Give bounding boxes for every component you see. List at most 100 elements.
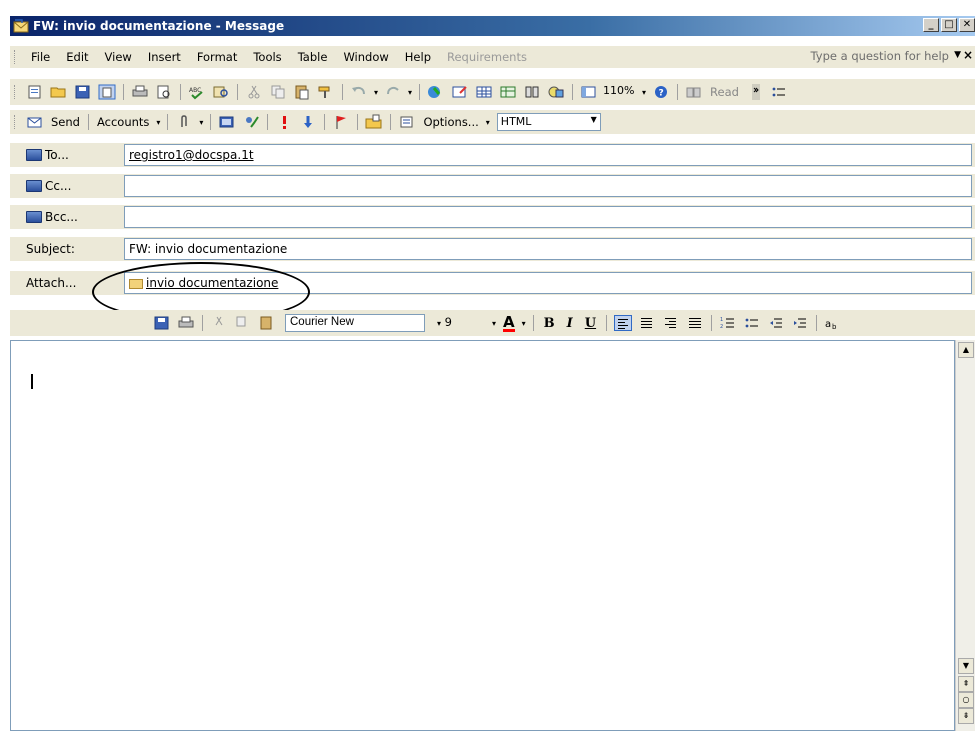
bcc-button[interactable]: Bcc... [26,210,78,224]
help-dropdown-icon[interactable]: ▼ [954,50,961,60]
menu-view[interactable]: View [97,50,140,64]
justify-icon[interactable] [686,315,704,331]
menu-tools[interactable]: Tools [245,50,289,64]
zoom-box[interactable]: 110% [603,84,637,100]
check-names-icon[interactable] [242,114,260,130]
to-recipient[interactable]: registro1@docspa.1t [129,148,254,162]
next-page-button[interactable]: ⇟ [958,708,974,724]
options-dropdown-icon[interactable]: ▾ [486,118,490,127]
bullets-icon[interactable] [743,315,761,331]
to-button[interactable]: To... [26,148,69,162]
follow-up-flag-icon[interactable] [332,114,350,130]
print-preview-icon[interactable] [155,84,173,100]
help-question-box[interactable]: Type a question for help [811,49,949,63]
align-center-icon[interactable] [638,315,656,331]
menu-format[interactable]: Format [189,50,246,64]
toolbar-grip[interactable] [14,115,17,129]
styles-icon[interactable]: ab [824,315,842,331]
redo-dropdown-icon[interactable]: ▾ [408,88,412,97]
new-icon[interactable] [26,84,44,100]
message-format-select[interactable]: HTML ▼ [496,113,601,131]
scroll-up-button[interactable]: ▲ [958,342,974,358]
accounts-button[interactable]: Accounts [97,115,149,129]
previous-page-button[interactable]: ⇞ [958,676,974,692]
save-icon[interactable] [153,315,171,331]
menu-window[interactable]: Window [335,50,396,64]
copy-icon[interactable] [269,84,287,100]
menu-table[interactable]: Table [290,50,336,64]
menu-close-icon[interactable]: × [963,48,973,62]
read-button[interactable]: Read [710,85,739,99]
restore-button[interactable]: □ [941,18,957,32]
cut-icon[interactable] [245,84,263,100]
address-book-icon[interactable] [218,114,236,130]
read-mode-icon[interactable] [685,84,703,100]
spelling-icon[interactable]: ABC [188,84,206,100]
font-color-dropdown-icon[interactable]: ▾ [522,319,526,328]
to-field[interactable]: registro1@docspa.1t [124,144,972,166]
cc-button[interactable]: Cc... [26,179,71,193]
print-icon[interactable] [131,84,149,100]
cc-field[interactable] [124,175,972,197]
align-left-icon[interactable] [614,315,633,331]
italic-button[interactable]: I [567,316,573,331]
menu-help[interactable]: Help [397,50,439,64]
cut-icon[interactable] [210,315,228,331]
insert-excel-icon[interactable] [499,84,517,100]
bcc-field[interactable] [124,206,972,228]
insert-table-icon[interactable] [475,84,493,100]
options-icon[interactable] [398,114,416,130]
redo-icon[interactable] [384,84,402,100]
high-importance-icon[interactable] [275,114,293,130]
font-color-icon[interactable]: A [503,314,515,332]
permission-icon[interactable] [98,84,116,100]
copy-icon[interactable] [234,315,252,331]
increase-indent-icon[interactable] [791,315,809,331]
insert-file-folder-icon[interactable] [365,114,383,130]
menu-insert[interactable]: Insert [140,50,189,64]
tables-borders-icon[interactable] [451,84,469,100]
align-right-icon[interactable] [662,315,680,331]
message-body[interactable] [10,340,955,731]
undo-icon[interactable] [350,84,368,100]
print-icon[interactable] [177,315,195,331]
scroll-down-button[interactable]: ▼ [958,658,974,674]
close-button[interactable]: ✕ [959,18,975,32]
save-icon[interactable] [74,84,92,100]
bullets-icon[interactable] [770,84,788,100]
help-icon[interactable]: ? [652,84,670,100]
format-painter-icon[interactable] [317,84,335,100]
subject-field[interactable]: FW: invio documentazione [124,238,972,260]
paste-icon[interactable] [258,315,276,331]
undo-dropdown-icon[interactable]: ▾ [374,88,378,97]
font-size-dropdown-icon[interactable]: ▾ [492,319,496,328]
accounts-dropdown-icon[interactable]: ▾ [156,118,160,127]
attach-button[interactable]: Attach... [26,276,76,290]
columns-icon[interactable] [523,84,541,100]
font-name-box[interactable]: Courier New [285,314,425,332]
toolbar-grip[interactable] [14,50,17,64]
paperclip-icon[interactable] [175,114,193,130]
hyperlink-icon[interactable] [427,84,445,100]
open-folder-icon[interactable] [50,84,68,100]
numbering-icon[interactable]: 12 [719,315,737,331]
vertical-scrollbar[interactable]: ▲ ▼ ⇞ ○ ⇟ [955,340,975,731]
document-map-icon[interactable] [580,84,598,100]
toolbar-options-icon[interactable] [746,84,764,100]
send-icon[interactable] [26,114,44,130]
toolbar-grip[interactable] [14,85,17,99]
attach-dropdown-icon[interactable]: ▾ [199,118,203,127]
send-button[interactable]: Send [51,115,80,129]
minimize-button[interactable]: _ [923,18,939,32]
low-importance-icon[interactable] [299,114,317,130]
paste-icon[interactable] [293,84,311,100]
menu-file[interactable]: File [23,50,58,64]
drawing-icon[interactable] [547,84,565,100]
font-size-box[interactable]: ▾ 9 [433,314,489,332]
select-browse-object-button[interactable]: ○ [958,692,974,708]
underline-button[interactable]: U [585,316,596,331]
menu-edit[interactable]: Edit [58,50,96,64]
options-button[interactable]: Options... [423,115,478,129]
decrease-indent-icon[interactable] [767,315,785,331]
zoom-dropdown-icon[interactable]: ▾ [642,88,646,97]
